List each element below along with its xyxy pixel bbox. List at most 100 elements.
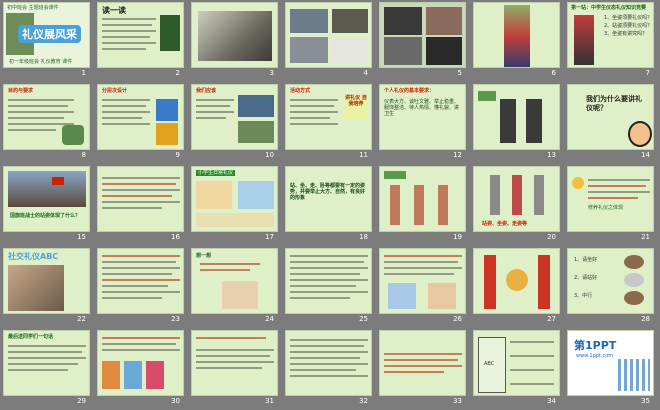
bow-photo (198, 11, 272, 61)
slide-thumb-5[interactable]: 5 (379, 2, 466, 79)
slide-thumb-1[interactable]: 初中班会 主题班会课件 礼仪展风采 初一年级班会 礼仪教育 课件 1 (3, 2, 90, 79)
side-badge: 讲礼仪 自我培养 (344, 95, 368, 119)
slide-thumb-3[interactable]: 3 (191, 2, 278, 79)
handshake-photo (332, 37, 368, 63)
slide-number: 5 (457, 69, 462, 77)
figure-image (490, 175, 500, 215)
slide-number: 22 (77, 315, 86, 323)
slide-thumb-20[interactable]: 站姿、坐姿、走姿等 20 (473, 166, 560, 243)
slide-thumb-34[interactable]: ABC 34 (473, 330, 560, 407)
slide-thumb-15[interactable]: 国旗班战士的站姿体现了什么？ 15 (3, 166, 90, 243)
slide-thumb-8[interactable]: 目的与要求 8 (3, 84, 90, 161)
slide-thumb-21[interactable]: 修养礼仪之体现 21 (567, 166, 654, 243)
slide-number: 30 (171, 397, 180, 405)
slide-number: 1 (81, 69, 86, 77)
slide-thumb-18[interactable]: 站、坐、走、卧等都要有一定的姿势，并要举止大方、自然，有良好的形象 18 (285, 166, 372, 243)
slide-thumb-29[interactable]: 最后送同学们一句话 29 (3, 330, 90, 407)
slide-title: 最后送同学们一句话 (8, 334, 54, 340)
figure-image (390, 185, 400, 225)
slide-body: 修养礼仪之体现 (588, 205, 624, 211)
slide-number: 25 (359, 315, 368, 323)
bowl-image (624, 291, 644, 305)
figure-image (414, 185, 424, 225)
list-item: 1、请坐好 (574, 257, 598, 263)
people-photo (426, 37, 462, 65)
slide-thumb-32[interactable]: 32 (285, 330, 372, 407)
slide-number: 24 (265, 315, 274, 323)
slide-number: 11 (359, 151, 368, 159)
cartoon-image (196, 181, 232, 209)
students-photo (238, 121, 274, 143)
handshake-photo (290, 9, 328, 33)
slide-number: 29 (77, 397, 86, 405)
slide-thumb-2[interactable]: 读一读 2 (97, 2, 184, 79)
students-photo (238, 95, 274, 117)
slide-number: 9 (175, 151, 180, 159)
quiz-item: 1、坐姿须要礼仪吗？ (604, 15, 653, 21)
slide-thumb-17[interactable]: 小学生日常礼仪 17 (191, 166, 278, 243)
slide-thumb-33[interactable]: 33 (379, 330, 466, 407)
slide-thumb-13[interactable]: 13 (473, 84, 560, 161)
slide-thumb-9[interactable]: 分层次设计 9 (97, 84, 184, 161)
girl-photo (574, 15, 594, 65)
label-tag (384, 171, 406, 179)
emblem-image (506, 269, 528, 291)
slide-title: 读一读 (102, 6, 126, 15)
slide-number: 18 (359, 233, 368, 241)
figure-image (534, 175, 544, 215)
student-figure (500, 99, 516, 143)
slide-number: 23 (171, 315, 180, 323)
slide-thumb-11[interactable]: 活动方式 讲礼仪 自我培养 11 (285, 84, 372, 161)
figure-image (512, 175, 522, 215)
logo-text: 第1PPT (574, 339, 617, 352)
slide-title: 目的与要求 (8, 88, 34, 94)
slide-number: 4 (363, 69, 368, 77)
slide-thumb-6[interactable]: 6 (473, 2, 560, 79)
slide-number: 27 (547, 315, 556, 323)
list-item: 2、请站好 (574, 275, 598, 281)
diagram-label: ABC (484, 361, 495, 367)
slide-number: 14 (641, 151, 650, 159)
slide-thumb-35[interactable]: 第1PPT www.1ppt.com 35 (567, 330, 654, 407)
cartoon-image (428, 283, 456, 309)
slide-thumb-31[interactable]: 31 (191, 330, 278, 407)
slide-question: 我们为什么要讲礼仪呢？ (586, 95, 642, 112)
student-figure (526, 99, 542, 143)
slide-thumb-23[interactable]: 23 (97, 248, 184, 325)
slide-caption: 国旗班战士的站姿体现了什么？ (10, 213, 81, 219)
chart-image (156, 123, 178, 145)
slide-top-text: 初中班会 主题班会课件 (7, 5, 59, 11)
decor-pattern (618, 359, 650, 391)
flag-image (52, 177, 64, 185)
slide-title: 礼仪展风采 (18, 25, 81, 43)
slide-number: 3 (269, 69, 274, 77)
slide-body: 站、坐、走、卧等都要有一定的姿势，并要举止大方、自然，有良好的形象 (290, 183, 366, 201)
slide-thumb-10[interactable]: 我们应该 10 (191, 84, 278, 161)
slide-thumb-24[interactable]: 想一想 24 (191, 248, 278, 325)
slide-number: 15 (77, 233, 86, 241)
slide-thumb-16[interactable]: 16 (97, 166, 184, 243)
slide-thumb-22[interactable]: 社交礼仪ABC 22 (3, 248, 90, 325)
slide-thumb-26[interactable]: 26 (379, 248, 466, 325)
slide-number: 34 (547, 397, 556, 405)
slide-number: 21 (641, 233, 650, 241)
slide-thumb-30[interactable]: 30 (97, 330, 184, 407)
slide-question: 想一想 (196, 253, 212, 259)
slide-thumb-4[interactable]: 4 (285, 2, 372, 79)
chart-image (156, 99, 178, 121)
couplet-image (484, 255, 496, 309)
slide-number: 8 (81, 151, 86, 159)
figure-image (438, 185, 448, 225)
cartoon-figure (124, 361, 142, 389)
slide-number: 31 (265, 397, 274, 405)
slide-thumb-28[interactable]: 1、请坐好 2、请站好 3、中行 28 (567, 248, 654, 325)
slide-thumb-19[interactable]: 19 (379, 166, 466, 243)
logo-url: www.1ppt.com (576, 353, 614, 359)
slide-thumb-14[interactable]: 我们为什么要讲礼仪呢？ 14 (567, 84, 654, 161)
slide-thumb-7[interactable]: 第一站：中学生仪态礼仪知识竞赛 1、坐姿须要礼仪吗？ 2、站姿须要礼仪吗？ 3、… (567, 2, 654, 79)
slide-thumb-25[interactable]: 25 (285, 248, 372, 325)
slide-thumb-12[interactable]: 个人礼仪的基本要求： 仪表大方、谈吐文雅、举止稳重、服饰整洁、待人热情、懂礼貌、… (379, 84, 466, 161)
slide-thumb-27[interactable]: 27 (473, 248, 560, 325)
cartoon-image (238, 181, 274, 209)
leaf-image (160, 15, 180, 51)
